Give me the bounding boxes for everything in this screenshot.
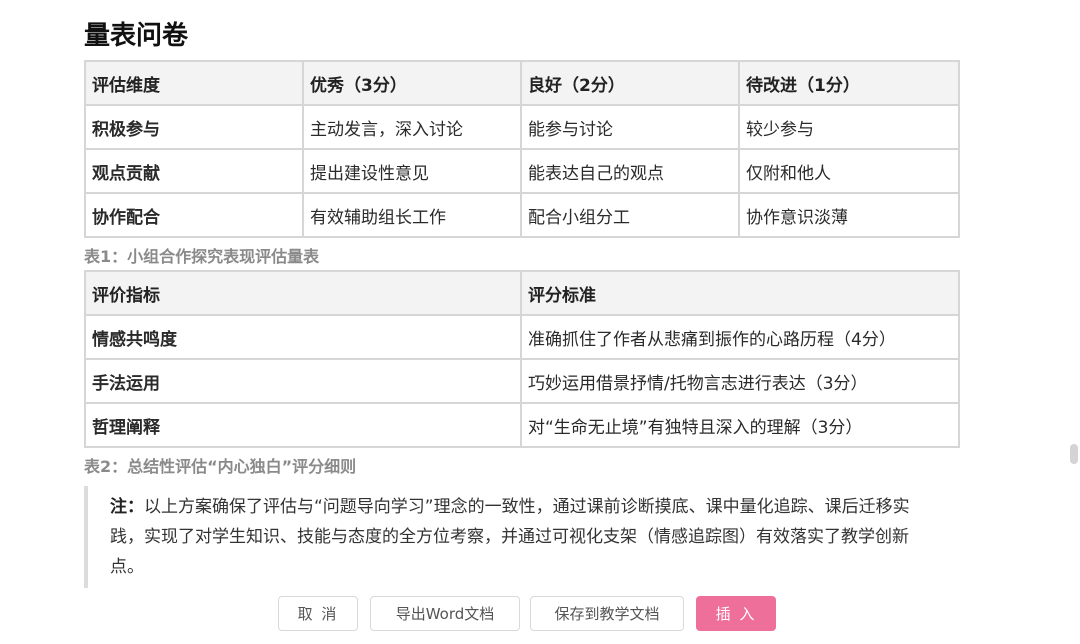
table-row: 情感共鸣度 准确抓住了作者从悲痛到振作的心路历程（4分）	[84, 314, 960, 360]
table-row: 协作配合 有效辅助组长工作 配合小组分工 协作意识淡薄	[84, 192, 960, 238]
column-header: 优秀（3分）	[302, 60, 522, 106]
column-header: 良好（2分）	[520, 60, 740, 106]
row-label: 哲理阐释	[84, 402, 522, 448]
table-cell: 配合小组分工	[520, 192, 740, 238]
row-label: 积极参与	[84, 104, 304, 150]
table-caption: 表2：总结性评估“内心独白”评分细则	[84, 457, 357, 476]
column-header: 评价指标	[84, 270, 522, 316]
page-title: 量表问卷	[84, 21, 189, 51]
column-header: 待改进（1分）	[738, 60, 960, 106]
note-label: 注：	[110, 497, 144, 517]
summative-scoring-table: 评价指标 评分标准 情感共鸣度 准确抓住了作者从悲痛到振作的心路历程（4分） 手…	[84, 270, 960, 448]
table-header-row: 评价指标 评分标准	[84, 270, 960, 316]
table-row: 手法运用 巧妙运用借景抒情/托物言志进行表达（3分）	[84, 358, 960, 404]
column-header: 评分标准	[520, 270, 960, 316]
table-header-row: 评估维度 优秀（3分） 良好（2分） 待改进（1分）	[84, 60, 960, 106]
save-to-teaching-docs-button[interactable]: 保存到教学文档	[530, 596, 684, 631]
cancel-button[interactable]: 取 消	[278, 596, 358, 631]
table-cell: 准确抓住了作者从悲痛到振作的心路历程（4分）	[520, 314, 960, 360]
table-cell: 仅附和他人	[738, 148, 960, 194]
export-word-button[interactable]: 导出Word文档	[370, 596, 520, 631]
table-cell: 对“生命无止境”有独特且深入的理解（3分）	[520, 402, 960, 448]
table-cell: 提出建设性意见	[302, 148, 522, 194]
table-row: 观点贡献 提出建设性意见 能表达自己的观点 仅附和他人	[84, 148, 960, 194]
table-cell: 较少参与	[738, 104, 960, 150]
table-cell: 主动发言，深入讨论	[302, 104, 522, 150]
row-label: 观点贡献	[84, 148, 304, 194]
row-label: 情感共鸣度	[84, 314, 522, 360]
row-label: 手法运用	[84, 358, 522, 404]
table-caption: 表1：小组合作探究表现评估量表	[84, 247, 320, 266]
note-blockquote: 注：以上方案确保了评估与“问题导向学习”理念的一致性，通过课前诊断摸底、课中量化…	[84, 486, 940, 588]
table-row: 积极参与 主动发言，深入讨论 能参与讨论 较少参与	[84, 104, 960, 150]
scrollbar-thumb[interactable]	[1070, 444, 1078, 464]
group-collaboration-rubric-table: 评估维度 优秀（3分） 良好（2分） 待改进（1分） 积极参与 主动发言，深入讨…	[84, 60, 960, 238]
table-row: 哲理阐释 对“生命无止境”有独特且深入的理解（3分）	[84, 402, 960, 448]
table-cell: 有效辅助组长工作	[302, 192, 522, 238]
column-header: 评估维度	[84, 60, 304, 106]
insert-button[interactable]: 插 入	[696, 596, 776, 631]
table-cell: 协作意识淡薄	[738, 192, 960, 238]
row-label: 协作配合	[84, 192, 304, 238]
table-cell: 能表达自己的观点	[520, 148, 740, 194]
table-cell: 巧妙运用借景抒情/托物言志进行表达（3分）	[520, 358, 960, 404]
table-cell: 能参与讨论	[520, 104, 740, 150]
note-text: 以上方案确保了评估与“问题导向学习”理念的一致性，通过课前诊断摸底、课中量化追踪…	[110, 497, 910, 577]
